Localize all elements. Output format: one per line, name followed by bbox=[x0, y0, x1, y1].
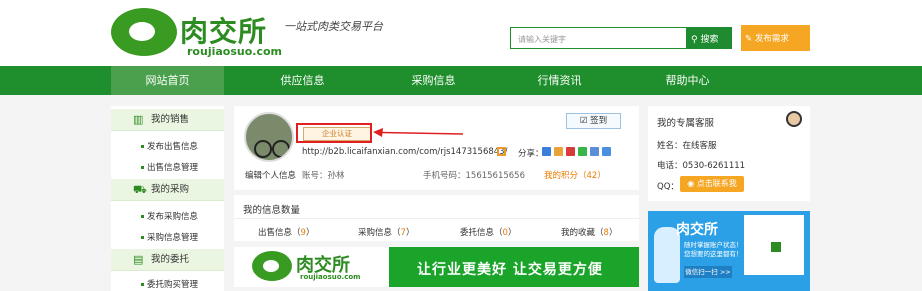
qrcode-icon bbox=[744, 215, 804, 275]
edit-icon: ✎ bbox=[745, 34, 755, 44]
banner-logo-icon bbox=[252, 251, 292, 281]
weibo-share-icon[interactable] bbox=[566, 147, 575, 156]
wechat-scan-button[interactable]: 微信扫一扫 >> bbox=[684, 266, 732, 278]
sidebar: ▥ 我的销售 发布出售信息 出售信息管理 ⛟ 我的采购 发布采购信息 采购信息管… bbox=[111, 106, 224, 291]
count-favorites[interactable]: 我的收藏（8） bbox=[561, 226, 617, 238]
sidebar-item-publish-sale[interactable]: 发布出售信息 bbox=[140, 140, 198, 152]
sidebar-group-entrust[interactable]: ▤ 我的委托 bbox=[111, 249, 224, 271]
publish-label: 发布需求 bbox=[754, 34, 789, 44]
banner-logo-domain: roujiaosuo.com bbox=[300, 273, 361, 281]
my-points[interactable]: 我的积分（42） bbox=[544, 169, 606, 181]
banner-slogan: 让行业更美好 让交易更方便 bbox=[389, 247, 639, 287]
account-name: 账号：孙林 bbox=[302, 171, 345, 181]
calendar-icon: ☑ bbox=[579, 116, 591, 126]
profile-url[interactable]: http://b2b.licaifanxian.com/com/rjs14731… bbox=[302, 147, 507, 157]
annotation-highlight-box bbox=[296, 123, 372, 143]
sidebar-item-publish-purchase[interactable]: 发布采购信息 bbox=[140, 210, 198, 222]
share-label: 分享： bbox=[518, 149, 544, 159]
info-counts-panel: 我的信息数量 出售信息（9） 采购信息（7） 委托信息（0） 我的收藏（8） bbox=[234, 195, 639, 241]
sign-in-button[interactable]: ☑ 签到 bbox=[566, 113, 621, 129]
qq-contact-button[interactable]: ◉ 点击联系我 bbox=[680, 176, 744, 192]
annotation-arrow-icon bbox=[373, 128, 463, 137]
search-input[interactable]: 请输入关键字 bbox=[510, 27, 687, 49]
site-slogan: 一站式肉类交易平台 bbox=[284, 20, 383, 33]
qrcode-icon[interactable] bbox=[497, 147, 506, 156]
more-share-icon[interactable] bbox=[602, 147, 611, 156]
site-logo[interactable]: 肉交所 roujiaosuo.com bbox=[111, 8, 282, 60]
count-entrust-info[interactable]: 委托信息（0） bbox=[460, 226, 516, 238]
main-nav: 网站首页 供应信息 采购信息 行情资讯 帮助中心 bbox=[0, 66, 922, 95]
avatar[interactable] bbox=[244, 112, 294, 162]
nav-home[interactable]: 网站首页 bbox=[111, 66, 224, 95]
service-name: 姓名：在线客服 bbox=[657, 141, 717, 151]
profile-card: 企业认证 ☑ 签到 http://b2b.licaifanxian.com/co… bbox=[234, 106, 639, 190]
publish-demand-button[interactable]: ✎ 发布需求 bbox=[741, 25, 810, 51]
sidebar-item-manage-sale[interactable]: 出售信息管理 bbox=[140, 161, 198, 173]
logo-text: 肉交所 bbox=[180, 15, 268, 48]
divider bbox=[234, 218, 639, 219]
sidebar-group-sales[interactable]: ▥ 我的销售 bbox=[111, 109, 224, 131]
search-button[interactable]: ⚲ 搜索 bbox=[687, 27, 732, 49]
wechat-share-icon[interactable] bbox=[578, 147, 587, 156]
logo-mark-icon bbox=[111, 8, 177, 56]
qzone-share-icon[interactable] bbox=[542, 147, 551, 156]
chart-icon: ▥ bbox=[133, 113, 144, 126]
qq-icon: ◉ bbox=[687, 179, 697, 188]
nav-supply[interactable]: 供应信息 bbox=[246, 66, 359, 95]
nav-market-news[interactable]: 行情资讯 bbox=[503, 66, 616, 95]
logo-domain: roujiaosuo.com bbox=[187, 45, 282, 58]
edit-profile-link[interactable]: 编辑个人信息 bbox=[245, 169, 296, 181]
count-sale-info[interactable]: 出售信息（9） bbox=[258, 226, 314, 238]
customer-service-panel: 我的专属客服 姓名：在线客服 电话：0530-6261111 QQ： ◉ 点击联… bbox=[648, 106, 810, 201]
document-icon: ▤ bbox=[133, 253, 144, 266]
promo-banner[interactable]: 肉交所 roujiaosuo.com 让行业更美好 让交易更方便 bbox=[234, 247, 639, 287]
headset-agent-icon bbox=[786, 111, 802, 127]
wechat-ad[interactable]: 肉交所 随时掌握账户状态！ 您想要的这里都有！ 微信扫一扫 >> bbox=[648, 211, 810, 291]
service-title: 我的专属客服 bbox=[657, 118, 715, 129]
ad-title: 肉交所 bbox=[676, 222, 718, 238]
sidebar-group-purchase[interactable]: ⛟ 我的采购 bbox=[111, 179, 224, 201]
info-counts-title: 我的信息数量 bbox=[243, 205, 301, 216]
sidebar-item-manage-entrust[interactable]: 委托购买管理 bbox=[140, 278, 198, 290]
count-purchase-info[interactable]: 采购信息（7） bbox=[358, 226, 414, 238]
sidebar-item-manage-purchase[interactable]: 采购信息管理 bbox=[140, 231, 198, 243]
service-phone: 电话：0530-6261111 bbox=[657, 161, 746, 171]
phone-number: 手机号码：15615615656 bbox=[423, 171, 525, 181]
renren-share-icon[interactable] bbox=[590, 147, 599, 156]
cart-icon: ⛟ bbox=[133, 183, 147, 196]
nav-purchase[interactable]: 采购信息 bbox=[377, 66, 490, 95]
nav-help[interactable]: 帮助中心 bbox=[631, 66, 744, 95]
tencent-weibo-share-icon[interactable] bbox=[554, 147, 563, 156]
service-qq-label: QQ： bbox=[657, 182, 679, 192]
site-header: 肉交所 roujiaosuo.com 一站式肉类交易平台 请输入关键字 ⚲ 搜索… bbox=[0, 0, 922, 66]
search-button-label: 搜索 bbox=[700, 35, 719, 45]
ad-text: 随时掌握账户状态！ 您想要的这里都有！ bbox=[684, 241, 743, 258]
